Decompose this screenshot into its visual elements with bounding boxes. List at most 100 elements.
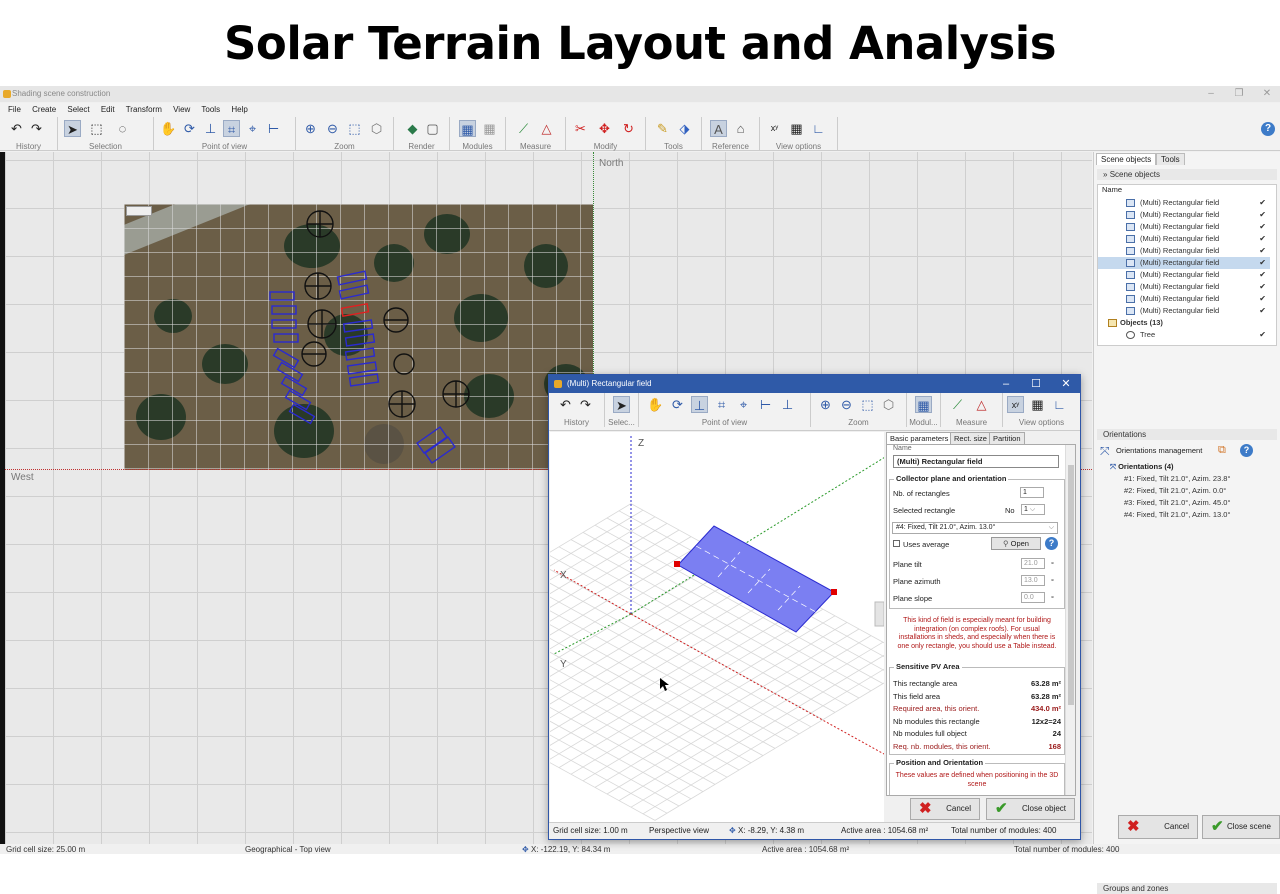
- zoom-in-icon[interactable]: ⊕: [302, 120, 319, 137]
- side-view-icon[interactable]: ⌖: [735, 396, 752, 413]
- menu-select[interactable]: Select: [67, 105, 89, 114]
- modules-hide-icon[interactable]: ▦: [481, 120, 498, 137]
- axes-label-icon[interactable]: xʸ: [1007, 396, 1024, 413]
- orientation-item[interactable]: #3: Fixed, Tilt 21.0°, Azim. 45.0°: [1124, 498, 1230, 507]
- pointer-icon[interactable]: ➤: [64, 120, 81, 137]
- tab-partition[interactable]: Partition: [989, 432, 1025, 444]
- pan-icon[interactable]: ✋: [160, 120, 177, 137]
- orbit-icon[interactable]: ⟳: [669, 396, 686, 413]
- rect-select-icon[interactable]: ⬚: [88, 120, 105, 137]
- modules-show-icon[interactable]: ▦: [459, 120, 476, 137]
- eraser-icon[interactable]: ⬗: [676, 120, 693, 137]
- top-view-icon[interactable]: ⌗: [713, 396, 730, 413]
- scene-object-row[interactable]: (Multi) Rectangular field ✔: [1098, 281, 1270, 293]
- minimize-icon[interactable]: –: [1196, 86, 1226, 102]
- close-scene-button[interactable]: ✔ Close scene: [1202, 815, 1280, 839]
- scrollbar-thumb[interactable]: [1068, 465, 1074, 705]
- pan-icon[interactable]: ✋: [647, 396, 664, 413]
- plane-azimuth-spinner[interactable]: 13.0: [1021, 575, 1045, 586]
- help-icon[interactable]: ?: [1045, 537, 1058, 550]
- scene-object-row[interactable]: (Multi) Rectangular field ✔: [1098, 269, 1270, 281]
- front-view-icon[interactable]: ⊢: [757, 396, 774, 413]
- menu-help[interactable]: Help: [231, 105, 247, 114]
- dialog-minimize-icon[interactable]: –: [991, 375, 1021, 393]
- cut-icon[interactable]: ✂: [572, 120, 589, 137]
- orientation-item[interactable]: #4: Fixed, Tilt 21.0°, Azim. 13.0°: [1124, 510, 1230, 519]
- visible-check-icon[interactable]: ✔: [1259, 197, 1266, 209]
- plane-slope-spinner[interactable]: 0.0: [1021, 592, 1045, 603]
- menu-view[interactable]: View: [173, 105, 190, 114]
- rotate-icon[interactable]: ↻: [620, 120, 637, 137]
- render-solid-icon[interactable]: ◆: [404, 120, 421, 137]
- collapse-icon[interactable]: »: [1103, 170, 1107, 179]
- help-icon[interactable]: ?: [1261, 122, 1275, 136]
- selected-rectangle-select[interactable]: 1 ⌵: [1021, 504, 1045, 515]
- nb-rectangles-spinner[interactable]: 1: [1020, 487, 1044, 498]
- zoom-window-icon[interactable]: ⬚: [346, 120, 363, 137]
- tab-scene-objects[interactable]: Scene objects: [1096, 153, 1157, 165]
- orientation-item[interactable]: #1: Fixed, Tilt 21.0°, Azim. 23.8°: [1124, 474, 1230, 483]
- top-view-icon[interactable]: ⌗: [223, 120, 240, 137]
- grid-toggle-icon[interactable]: ▦: [1029, 396, 1046, 413]
- front-view-icon[interactable]: ⊢: [265, 120, 282, 137]
- scene-object-row[interactable]: (Multi) Rectangular field ✔: [1098, 257, 1270, 269]
- groups-zones-header[interactable]: Groups and zones: [1097, 883, 1277, 894]
- axes-view-icon[interactable]: ⊥: [691, 396, 708, 413]
- close-object-button[interactable]: ✔ Close object: [986, 798, 1075, 820]
- measure-line-icon[interactable]: ⟋: [515, 120, 532, 137]
- modules-show-icon[interactable]: ▦: [915, 396, 932, 413]
- visible-check-icon[interactable]: ✔: [1259, 293, 1266, 305]
- side-view-icon[interactable]: ⌖: [244, 120, 261, 137]
- visible-check-icon[interactable]: ✔: [1259, 221, 1266, 233]
- objects-group[interactable]: Objects (13): [1098, 317, 1270, 329]
- zoom-fit-icon[interactable]: ⬡: [368, 120, 385, 137]
- measure-angle-icon[interactable]: △: [973, 396, 990, 413]
- reference-a-icon[interactable]: A: [710, 120, 727, 137]
- help-icon[interactable]: ?: [1240, 444, 1253, 457]
- pointer-icon[interactable]: ➤: [613, 396, 630, 413]
- menu-create[interactable]: Create: [32, 105, 56, 114]
- cancel-scene-button[interactable]: ✖ Cancel: [1118, 815, 1198, 839]
- axes-label-icon[interactable]: xʸ: [766, 120, 783, 137]
- scene-object-row[interactable]: (Multi) Rectangular field ✔: [1098, 293, 1270, 305]
- scene-object-row[interactable]: (Multi) Rectangular field ✔: [1098, 245, 1270, 257]
- measure-angle-icon[interactable]: △: [538, 120, 555, 137]
- scene-object-row[interactable]: (Multi) Rectangular field ✔: [1098, 233, 1270, 245]
- axes-toggle-icon[interactable]: ∟: [810, 120, 827, 137]
- visible-check-icon[interactable]: ✔: [1259, 281, 1266, 293]
- tab-tools[interactable]: Tools: [1156, 153, 1185, 165]
- tree-object-row[interactable]: Tree ✔: [1098, 329, 1270, 341]
- ground-view-icon[interactable]: ⊥: [779, 396, 796, 413]
- axes-toggle-icon[interactable]: ∟: [1051, 396, 1068, 413]
- visible-check-icon[interactable]: ✔: [1259, 209, 1266, 221]
- orientation-select[interactable]: #4: Fixed, Tilt 21.0°, Azim. 13.0° ⌵: [892, 522, 1058, 534]
- dialog-maximize-icon[interactable]: ☐: [1021, 375, 1051, 393]
- zoom-window-icon[interactable]: ⬚: [859, 396, 876, 413]
- redo-icon[interactable]: ↷: [577, 396, 594, 413]
- open-button[interactable]: ⚲ Open: [991, 537, 1041, 550]
- orientations-group[interactable]: ⤧ Orientations (4): [1110, 462, 1174, 472]
- redo-icon[interactable]: ↷: [28, 120, 45, 137]
- move-icon[interactable]: ✥: [596, 120, 613, 137]
- menu-edit[interactable]: Edit: [101, 105, 115, 114]
- uses-average-checkbox[interactable]: [893, 540, 900, 547]
- dialog-close-icon[interactable]: ✕: [1051, 375, 1081, 393]
- visible-check-icon[interactable]: ✔: [1259, 329, 1266, 341]
- orbit-icon[interactable]: ⟳: [181, 120, 198, 137]
- measure-line-icon[interactable]: ⟋: [949, 396, 966, 413]
- dialog-3d-view[interactable]: Z X Y: [550, 432, 884, 822]
- cancel-object-button[interactable]: ✖ Cancel: [910, 798, 980, 820]
- plane-tilt-spinner[interactable]: 21.0: [1021, 558, 1045, 569]
- visible-check-icon[interactable]: ✔: [1259, 233, 1266, 245]
- undo-icon[interactable]: ↶: [557, 396, 574, 413]
- reference-house-icon[interactable]: ⌂: [732, 120, 749, 137]
- zoom-in-icon[interactable]: ⊕: [817, 396, 834, 413]
- zoom-out-icon[interactable]: ⊖: [324, 120, 341, 137]
- scene-object-row[interactable]: (Multi) Rectangular field ✔: [1098, 197, 1270, 209]
- scene-object-row[interactable]: (Multi) Rectangular field ✔: [1098, 305, 1270, 317]
- menu-tools[interactable]: Tools: [201, 105, 220, 114]
- visible-check-icon[interactable]: ✔: [1259, 269, 1266, 281]
- name-field[interactable]: (Multi) Rectangular field: [893, 455, 1059, 468]
- close-icon[interactable]: ✕: [1252, 86, 1280, 102]
- orientation-item[interactable]: #2: Fixed, Tilt 21.0°, Azim. 0.0°: [1124, 486, 1226, 495]
